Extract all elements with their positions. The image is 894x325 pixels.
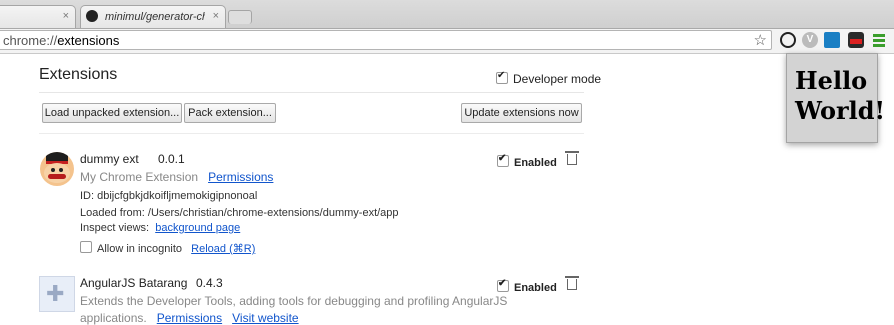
reload-link[interactable]: Reload (⌘R) — [191, 243, 255, 255]
developer-mode-label: Developer mode — [513, 72, 602, 86]
permissions-link[interactable]: Permissions — [208, 170, 273, 184]
divider — [39, 92, 584, 93]
extension-version: 0.4.3 — [196, 276, 223, 290]
page-title: Extensions — [39, 66, 118, 83]
puzzle-icon: ✚ — [39, 276, 75, 312]
v-icon[interactable]: V — [802, 32, 818, 48]
address-url: chrome://extensions — [3, 33, 120, 48]
developer-mode-checkbox[interactable] — [496, 70, 508, 84]
extension-description: My Chrome Extension Permissions — [80, 170, 274, 184]
incognito-row: Allow in incognito Reload (⌘R) — [80, 241, 255, 255]
new-tab-button[interactable] — [228, 10, 252, 24]
extension-id: ID: dbijcfgbkjdkoifljmemokigipnonoal — [80, 190, 258, 202]
enabled-toggle[interactable]: Enabled — [497, 153, 557, 169]
tab-title: minimul/generator-chrome — [105, 11, 205, 23]
extension-name: AngularJS Batarang — [80, 276, 188, 290]
enabled-checkbox[interactable] — [497, 153, 509, 167]
incognito-checkbox[interactable] — [80, 241, 92, 253]
enabled-checkbox[interactable] — [497, 278, 509, 292]
extension-version: 0.0.1 — [158, 152, 185, 166]
load-unpacked-button[interactable]: Load unpacked extension... — [42, 103, 182, 123]
extension-popup: Hello World! — [786, 53, 885, 143]
tab-close-icon[interactable]: × — [63, 10, 69, 22]
pack-extension-button[interactable]: Pack extension... — [184, 103, 276, 123]
browser-toolbar: chrome://extensions ☆ V — [0, 29, 894, 54]
update-extensions-button[interactable]: Update extensions now — [461, 103, 582, 123]
bookmark-star-icon[interactable]: ☆ — [754, 31, 767, 49]
circle-icon[interactable] — [780, 32, 796, 48]
trash-icon[interactable] — [565, 151, 579, 165]
trash-icon[interactable] — [565, 276, 579, 290]
incognito-label: Allow in incognito — [97, 243, 182, 255]
tab-github[interactable]: minimul/generator-chrome × — [80, 5, 226, 28]
developer-mode-toggle[interactable]: Developer mode — [496, 70, 602, 86]
extension-name: dummy ext — [80, 152, 139, 166]
screen-icon[interactable] — [824, 32, 840, 48]
tab-extensions[interactable]: × — [0, 5, 76, 28]
tab-close-icon[interactable]: × — [213, 10, 219, 22]
inspect-views: Inspect views: background page — [80, 222, 241, 234]
popup-text: Hello World! — [795, 66, 886, 125]
enabled-toggle[interactable]: Enabled — [497, 278, 557, 294]
dummy-ext-icon — [40, 152, 74, 186]
address-bar[interactable]: chrome://extensions ☆ — [0, 30, 772, 50]
extension-path: Loaded from: /Users/christian/chrome-ext… — [80, 207, 399, 219]
background-page-link[interactable]: background page — [155, 222, 240, 234]
divider — [39, 133, 584, 134]
extension-description: Extends the Developer Tools, adding tool… — [80, 294, 508, 308]
github-icon — [86, 10, 98, 22]
mustache-man-icon[interactable] — [848, 32, 864, 48]
menu-icon[interactable] — [873, 32, 885, 48]
tab-strip: × minimul/generator-chrome × — [0, 0, 894, 29]
